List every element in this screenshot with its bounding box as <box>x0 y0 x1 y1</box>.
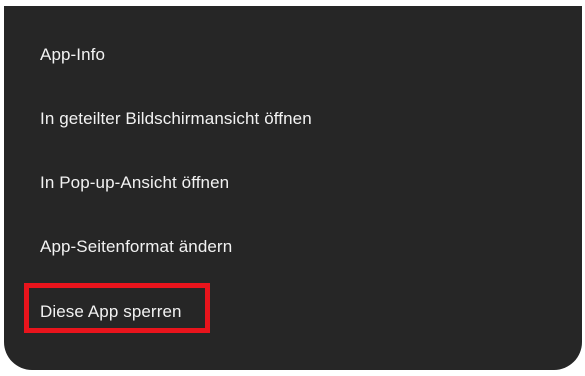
menu-item-label: In Pop-up-Ansicht öffnen <box>40 173 230 192</box>
menu-item-label: In geteilter Bildschirmansicht öffnen <box>40 109 312 128</box>
menu-item-split-screen[interactable]: In geteilter Bildschirmansicht öffnen <box>4 88 582 150</box>
menu-item-aspect-ratio[interactable]: App-Seitenformat ändern <box>4 216 582 278</box>
menu-item-popup-view[interactable]: In Pop-up-Ansicht öffnen <box>4 152 582 214</box>
menu-item-lock-app[interactable]: Diese App sperren <box>4 281 582 343</box>
context-menu: App-Info In geteilter Bildschirmansicht … <box>4 6 582 370</box>
menu-item-app-info[interactable]: App-Info <box>4 24 582 86</box>
menu-item-label: App-Info <box>40 45 106 64</box>
screen: App-Info In geteilter Bildschirmansicht … <box>0 0 585 376</box>
menu-item-label: App-Seitenformat ändern <box>40 237 233 256</box>
menu-item-label: Diese App sperren <box>40 302 182 321</box>
